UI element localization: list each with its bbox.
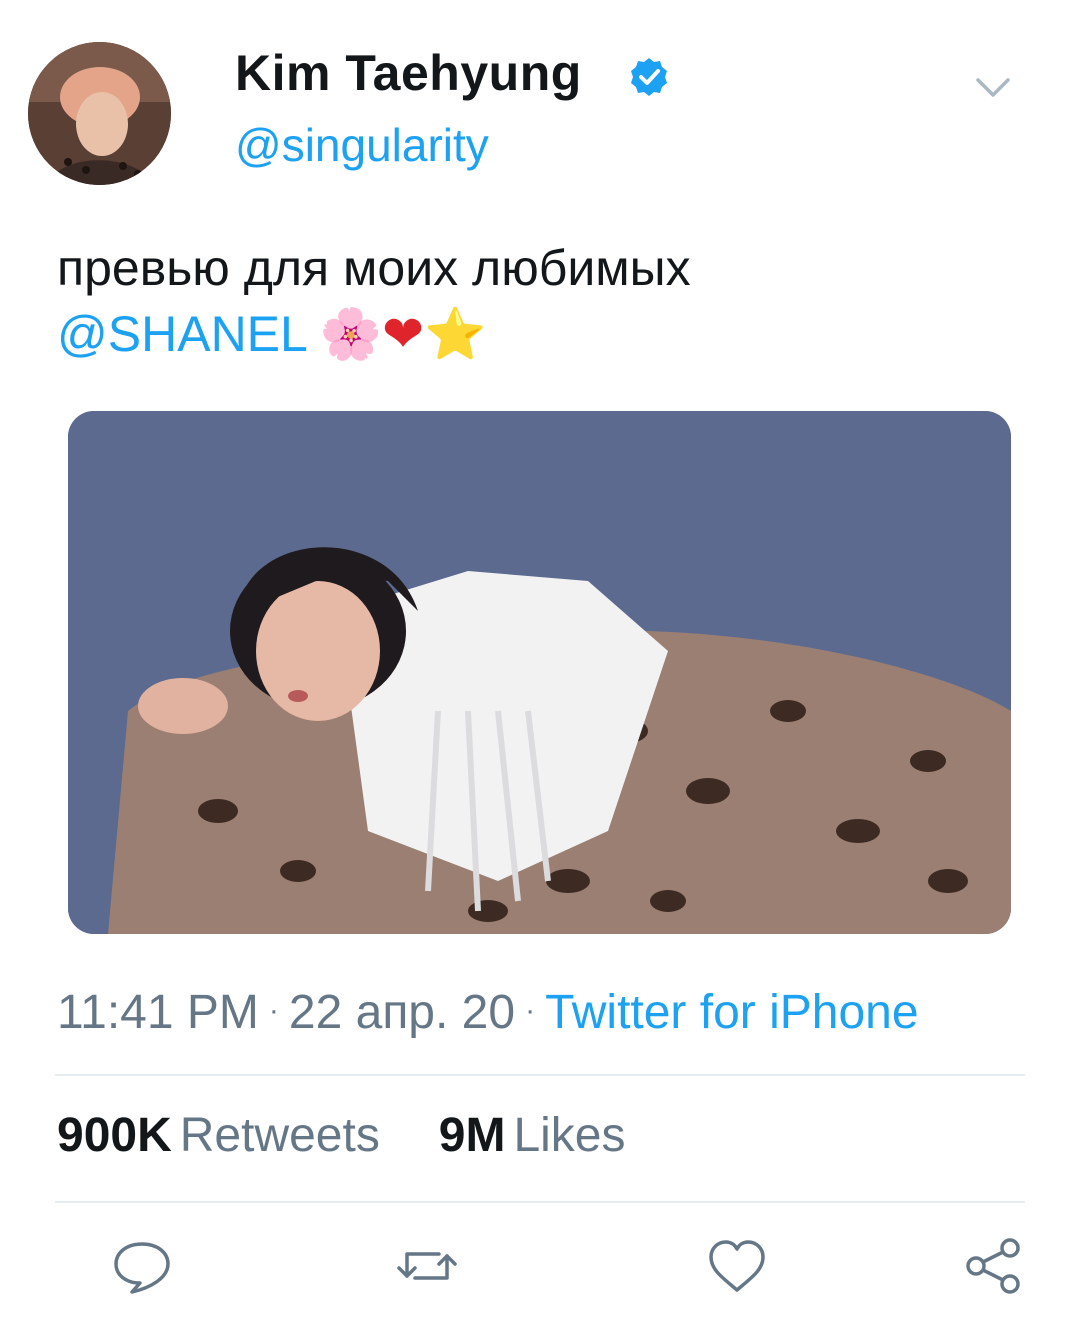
divider [55, 1074, 1025, 1076]
retweets-label: Retweets [179, 1109, 380, 1162]
display-name[interactable]: Kim Taehyung [235, 44, 582, 102]
star-emoji: ⭐ [424, 305, 487, 363]
likes-label: Likes [513, 1109, 626, 1162]
tweet-detail: Kim Taehyung @singularity превью для мои… [0, 0, 1080, 1338]
tweet-source-link[interactable]: Twitter for iPhone [545, 986, 919, 1039]
avatar[interactable] [28, 42, 171, 185]
retweets-stat[interactable]: 900K Retweets [57, 1109, 384, 1162]
divider [55, 1201, 1025, 1203]
separator-dot: · [268, 994, 279, 1027]
red-heart-emoji: ❤ [382, 305, 425, 363]
likes-count: 9M [438, 1109, 506, 1162]
cherry-blossom-emoji: 🌸 [319, 305, 383, 363]
tweet-text-line2: @SHANEL 🌸❤⭐ [57, 304, 486, 364]
separator-dot: · [525, 994, 536, 1027]
tweet-time: 11:41 PM [57, 986, 259, 1039]
tweet-stats: 900K Retweets 9M Likes [57, 1108, 626, 1163]
chevron-down-icon[interactable] [972, 70, 1014, 106]
retweets-count: 900K [57, 1109, 172, 1162]
retweet-icon[interactable] [395, 1236, 459, 1296]
avatar-image [28, 42, 171, 185]
reply-icon[interactable] [110, 1236, 174, 1296]
like-icon[interactable] [705, 1236, 769, 1296]
photo-image [68, 411, 1011, 934]
tweet-meta: 11:41 PM · 22 апр. 20 · Twitter for iPhone [57, 985, 919, 1040]
tweet-date: 22 апр. 20 [288, 986, 516, 1039]
verified-badge-icon [628, 56, 670, 98]
mention-link[interactable]: @SHANEL [57, 306, 306, 362]
tweet-photo[interactable] [68, 411, 1011, 934]
user-handle[interactable]: @singularity [235, 118, 489, 172]
share-icon[interactable] [962, 1236, 1026, 1296]
tweet-text: превью для моих любимых [57, 240, 691, 296]
likes-stat[interactable]: 9M Likes [439, 1109, 626, 1162]
